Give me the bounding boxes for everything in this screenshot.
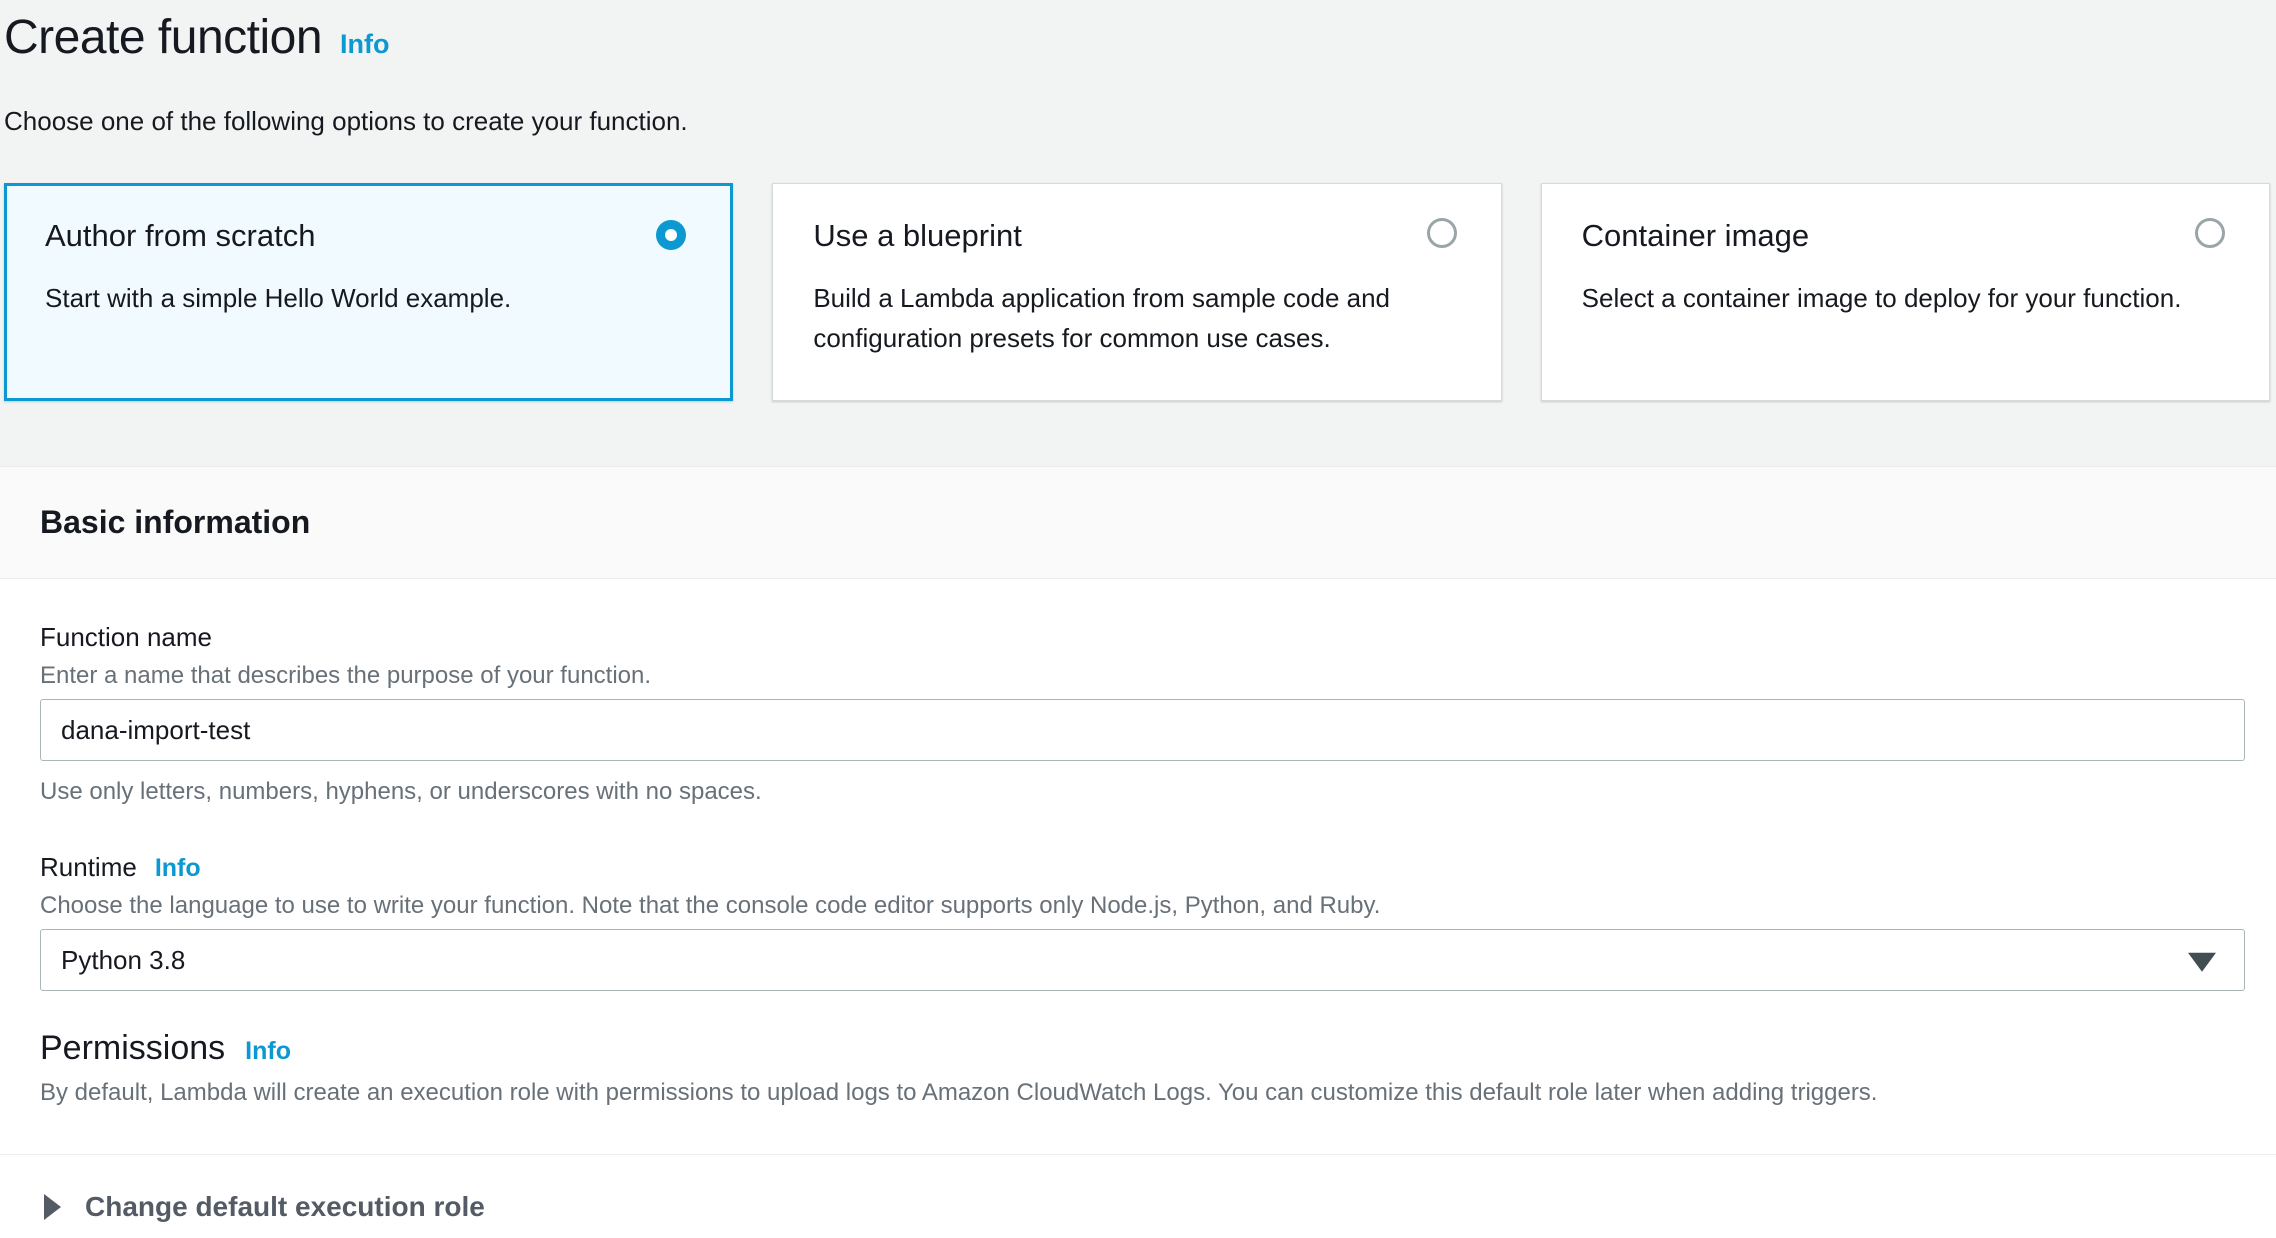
card-description: Start with a simple Hello World example.: [45, 278, 692, 318]
page-subtitle: Choose one of the following options to c…: [4, 105, 2270, 137]
basic-information-header: Basic information: [0, 466, 2276, 579]
title-row: Create function Info: [4, 10, 2270, 65]
card-description: Select a container image to deploy for y…: [1582, 278, 2229, 318]
card-container-image[interactable]: Container image Select a container image…: [1541, 183, 2270, 401]
function-name-label: Function name: [40, 621, 2245, 653]
runtime-info-link[interactable]: Info: [155, 854, 201, 883]
permissions-description: By default, Lambda will create an execut…: [40, 1078, 2245, 1108]
basic-information-heading: Basic information: [40, 504, 310, 541]
creation-option-cards: Author from scratch Start with a simple …: [4, 183, 2270, 401]
function-name-constraint: Use only letters, numbers, hyphens, or u…: [40, 777, 2245, 807]
function-name-input[interactable]: [40, 699, 2245, 761]
permissions-info-link[interactable]: Info: [245, 1037, 291, 1066]
radio-unselected-icon[interactable]: [2195, 218, 2225, 248]
card-title: Container image: [1582, 216, 2229, 256]
runtime-selected-value: Python 3.8: [61, 945, 185, 976]
create-function-info-link[interactable]: Info: [340, 29, 389, 60]
card-title: Author from scratch: [45, 216, 692, 256]
card-use-a-blueprint[interactable]: Use a blueprint Build a Lambda applicati…: [772, 183, 1501, 401]
permissions-heading: Permissions: [40, 1029, 225, 1068]
expander-label: Change default execution role: [85, 1191, 485, 1223]
runtime-description: Choose the language to use to write your…: [40, 891, 2245, 921]
card-title: Use a blueprint: [813, 216, 1460, 256]
card-description: Build a Lambda application from sample c…: [813, 278, 1460, 358]
change-default-execution-role-expander[interactable]: Change default execution role: [0, 1155, 2276, 1238]
page-title: Create function: [4, 10, 322, 65]
function-name-description: Enter a name that describes the purpose …: [40, 661, 2245, 691]
radio-unselected-icon[interactable]: [1427, 218, 1457, 248]
card-author-from-scratch[interactable]: Author from scratch Start with a simple …: [4, 183, 733, 401]
caret-down-icon: [2188, 953, 2216, 972]
basic-information-body: Function name Enter a name that describe…: [0, 579, 2276, 1238]
runtime-label: Runtime: [40, 851, 137, 883]
page-header: Create function Info Choose one of the f…: [0, 0, 2276, 137]
triangle-right-icon: [44, 1194, 61, 1220]
runtime-select[interactable]: Python 3.8: [40, 929, 2245, 991]
